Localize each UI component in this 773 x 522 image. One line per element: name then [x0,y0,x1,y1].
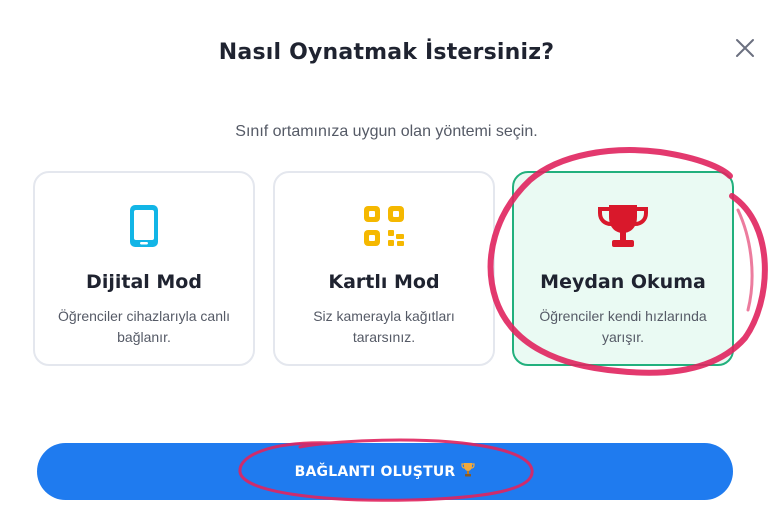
mode-title: Kartlı Mod [328,271,440,293]
mode-select-dialog: Nasıl Oynatmak İstersiniz? Sınıf ortamın… [0,0,773,522]
qr-code-icon [275,203,493,249]
mode-card-challenge[interactable]: Meydan Okuma Öğrenciler kendi hızlarında… [512,171,734,366]
close-button[interactable] [733,36,757,60]
trophy-icon [514,203,732,249]
mode-description: Öğrenciler cihazlarıyla canlı bağlanır. [58,308,230,345]
annotation-circle-challenge-extra [736,208,754,312]
close-icon [736,39,754,57]
mode-title: Dijital Mod [86,271,202,293]
mode-card-cards[interactable]: Kartlı Mod Siz kamerayla kağıtları tarar… [273,171,495,366]
trophy-emoji-icon [461,462,475,481]
mode-description: Öğrenciler kendi hızlarında yarışır. [539,308,707,345]
mode-card-digital[interactable]: Dijital Mod Öğrenciler cihazlarıyla canl… [33,171,255,366]
mode-description: Siz kamerayla kağıtları tararsınız. [313,308,455,345]
dialog-title: Nasıl Oynatmak İstersiniz? [218,40,555,65]
create-link-label: BAĞLANTI OLUŞTUR [294,463,456,480]
create-link-button[interactable]: BAĞLANTI OLUŞTUR [37,443,733,500]
phone-icon [35,203,253,249]
mode-title: Meydan Okuma [540,271,706,293]
dialog-subtitle: Sınıf ortamınıza uygun olan yöntemi seçi… [235,123,538,140]
